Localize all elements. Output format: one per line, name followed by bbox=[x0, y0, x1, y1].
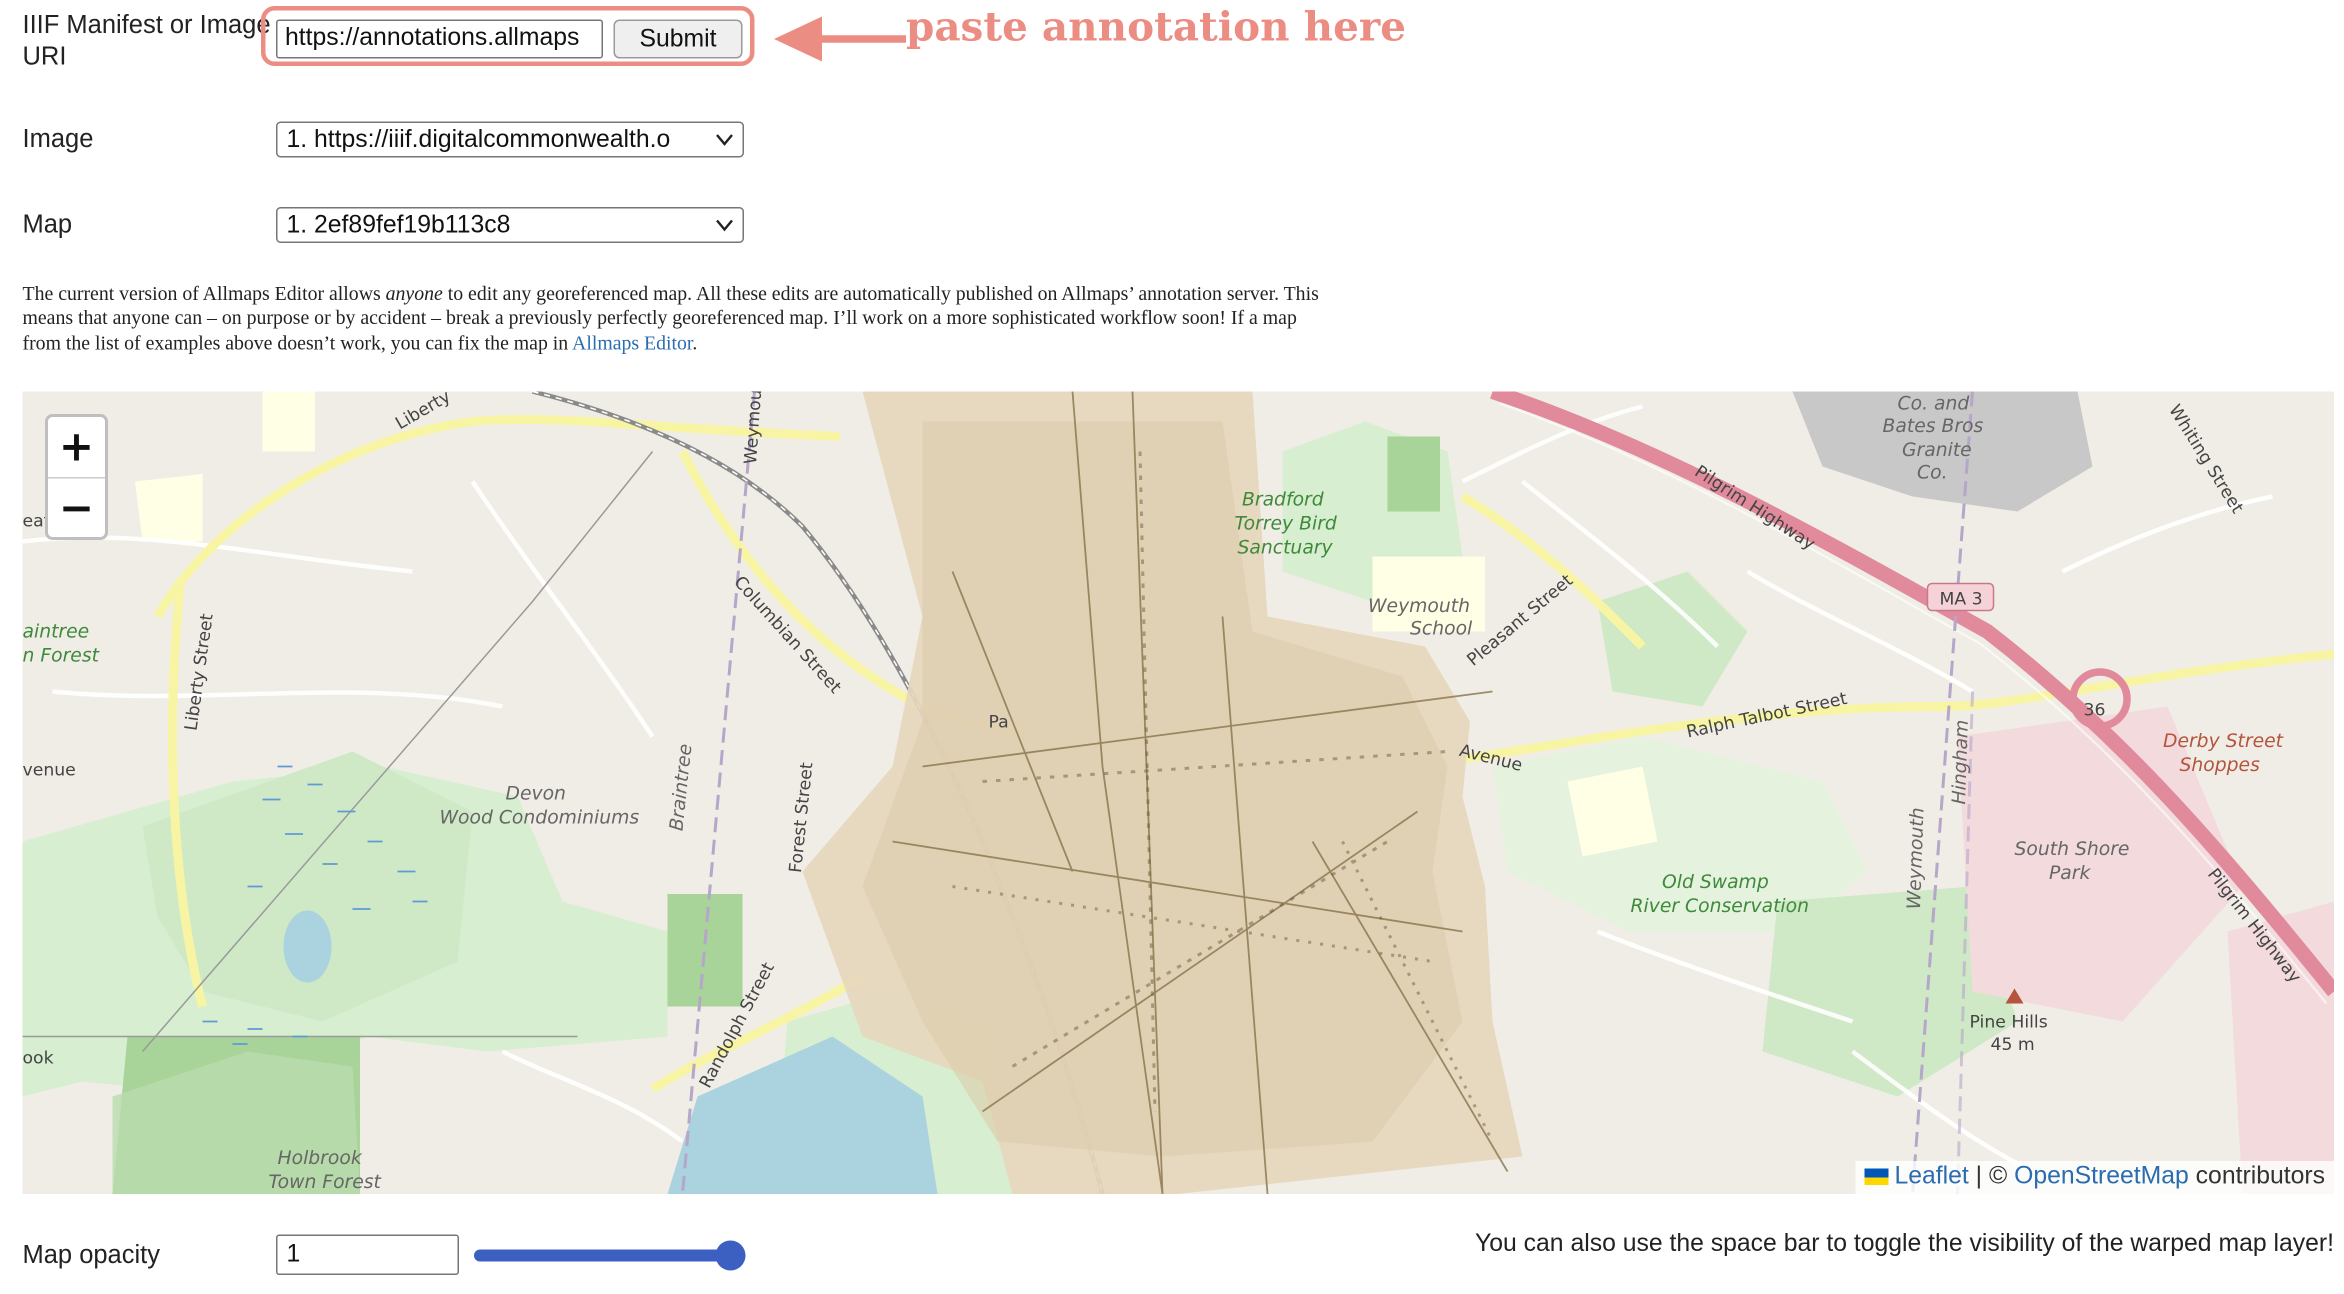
ukraine-flag-icon bbox=[1864, 1168, 1889, 1185]
map-label-braintree: n Forest bbox=[22, 643, 99, 667]
map-label-ma3: MA 3 bbox=[1939, 588, 1983, 609]
notice-text-1: The current version of Allmaps Editor al… bbox=[22, 282, 386, 305]
map-label-ook: ook bbox=[22, 1047, 54, 1068]
map-label-derby: Shoppes bbox=[2179, 753, 2260, 776]
notice-emphasis: anyone bbox=[385, 282, 443, 305]
map-label-exit36: 36 bbox=[2083, 699, 2106, 720]
map-label-hingham: Hingham bbox=[1947, 719, 1973, 805]
submit-button[interactable]: Submit bbox=[613, 19, 743, 59]
zoom-out-button[interactable]: − bbox=[48, 479, 105, 539]
map-select-value: 1. 2ef89fef19b113c8 bbox=[286, 211, 511, 239]
map-select[interactable]: 1. 2ef89fef19b113c8 bbox=[276, 207, 744, 243]
opacity-slider[interactable] bbox=[474, 1240, 746, 1271]
map-label-bates: Bates Bros bbox=[1882, 414, 1984, 437]
zoom-control: + − bbox=[45, 414, 108, 540]
map-label: Map bbox=[22, 210, 73, 239]
map-label-derby: Derby Street bbox=[2163, 729, 2284, 752]
opacity-slider-thumb[interactable] bbox=[715, 1240, 746, 1271]
map-label-pine-hills: 45 m bbox=[1990, 1033, 2035, 1055]
map-label-old-swamp: Old Swamp bbox=[1662, 870, 1769, 893]
map-label-devon: Wood Condominiums bbox=[439, 805, 640, 829]
map-label-bates: Co. bbox=[1917, 460, 1948, 484]
image-select[interactable]: 1. https://iiif.digitalcommonwealth.o bbox=[276, 121, 744, 158]
map-label-braintree: aintree bbox=[22, 619, 90, 643]
annotation-hint: paste annotation here bbox=[906, 4, 1407, 52]
map-label-old-swamp: River Conservation bbox=[1630, 894, 1810, 917]
notice-text-3: . bbox=[692, 330, 698, 354]
map-label-bradford: Torrey Bird bbox=[1234, 511, 1337, 535]
map-label-bates: Co. and bbox=[1897, 391, 1970, 415]
uri-row: IIIF Manifest or Image URI bbox=[23, 9, 275, 72]
map-label-bradford: Bradford bbox=[1242, 487, 1324, 511]
allmaps-editor-link[interactable]: Allmaps Editor bbox=[572, 331, 692, 354]
uri-label: IIIF Manifest or Image URI bbox=[22, 10, 271, 71]
scaled-content: IIIF Manifest or Image URI https://annot… bbox=[0, 0, 2343, 1293]
space-bar-hint: You can also use the space bar to toggle… bbox=[1475, 1230, 2334, 1257]
map-label-holbrook: Holbrook bbox=[277, 1146, 362, 1169]
uri-input[interactable]: https://annotations.allmaps bbox=[276, 19, 603, 59]
page: IIIF Manifest or Image URI https://annot… bbox=[0, 0, 2344, 1294]
chevron-down-icon bbox=[716, 134, 733, 146]
map-label-bates: Granite bbox=[1902, 438, 1972, 461]
attribution-suffix: contributors bbox=[2188, 1162, 2325, 1190]
attribution-separator: | © bbox=[1968, 1162, 2015, 1190]
map-row: Map bbox=[23, 209, 275, 241]
map-label-south-shore: Park bbox=[2049, 861, 2091, 884]
zoom-in-button[interactable]: + bbox=[48, 417, 105, 479]
map-label-venue: venue bbox=[22, 759, 76, 780]
opacity-label: Map opacity bbox=[22, 1240, 161, 1270]
image-row: Image bbox=[23, 123, 275, 155]
opacity-row: Map opacity bbox=[23, 1239, 275, 1271]
chevron-down-icon bbox=[716, 219, 733, 232]
opacity-slider-track bbox=[474, 1249, 746, 1262]
image-select-value: 1. https://iiif.digitalcommonwealth.o bbox=[286, 126, 671, 153]
map-label-pine-hills: Pine Hills bbox=[1969, 1011, 2048, 1032]
map-label-holbrook: Town Forest bbox=[268, 1170, 381, 1193]
map-label-bradford: Sanctuary bbox=[1237, 535, 1333, 559]
leaflet-link[interactable]: Leaflet bbox=[1894, 1163, 1968, 1190]
osm-link[interactable]: OpenStreetMap bbox=[2014, 1163, 2189, 1190]
image-label: Image bbox=[22, 124, 94, 154]
map-label-devon: Devon bbox=[505, 781, 566, 805]
editor-notice: The current version of Allmaps Editor al… bbox=[23, 282, 1328, 355]
arrow-icon bbox=[774, 16, 906, 62]
map-label-south-shore: South Shore bbox=[2014, 837, 2130, 860]
map-label-weymouth-school: School bbox=[1410, 616, 1473, 640]
map-label-weymouth-school: Weymouth bbox=[1368, 594, 1471, 617]
map-label-pa: Pa bbox=[988, 711, 1009, 732]
map-tiles bbox=[22, 391, 2334, 1194]
map-attribution: Leaflet | © OpenStreetMap contributors bbox=[1855, 1161, 2334, 1194]
opacity-input[interactable]: 1 bbox=[276, 1234, 459, 1275]
map-viewer[interactable]: Bradford Torrey Bird Sanctuary Weymouth … bbox=[22, 391, 2334, 1194]
map-label-weymouth-boundary: Weymouth bbox=[1902, 807, 1929, 910]
